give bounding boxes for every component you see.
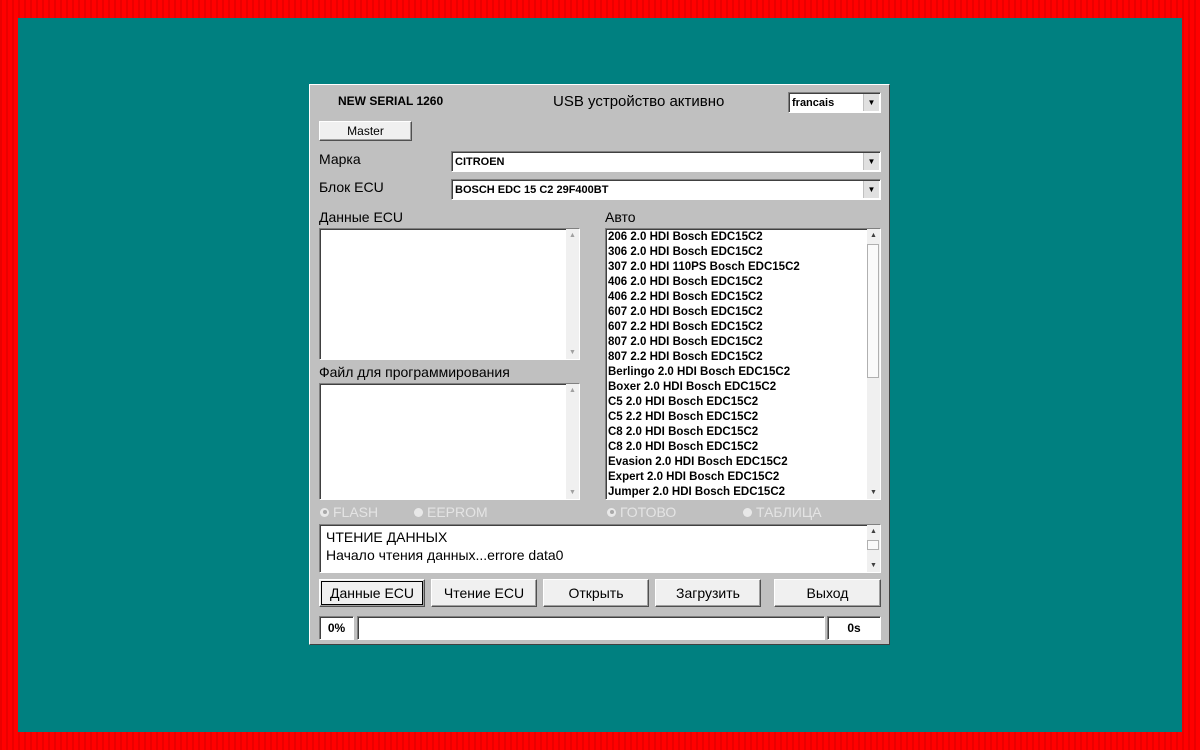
eeprom-radio[interactable]: EEPROM [414,504,488,520]
exit-button[interactable]: Выход [774,579,881,607]
chevron-down-icon[interactable]: ▼ [863,181,879,198]
vehicle-list-item[interactable]: 807 2.0 HDI Bosch EDC15C2 [606,335,866,350]
brand-select[interactable]: CITROEN ▼ [451,151,881,172]
log-scrollbar[interactable]: ▲ ▼ [867,525,880,572]
scroll-down-icon[interactable]: ▼ [566,346,579,359]
vehicle-list-item[interactable]: Evasion 2.0 HDI Bosch EDC15C2 [606,455,866,470]
vehicle-list[interactable]: 206 2.0 HDI Bosch EDC15C2 306 2.0 HDI Bos… [605,228,881,500]
scroll-down-icon[interactable]: ▼ [867,559,880,572]
scrollbar-thumb[interactable] [867,244,879,378]
flash-radio[interactable]: FLASH [320,504,378,520]
radio-unchecked-icon [414,507,423,517]
table-radio[interactable]: ТАБЛИЦА [743,504,822,520]
open-button[interactable]: Открыть [543,579,649,607]
progress-time: 0s [827,616,881,640]
vehicle-list-item[interactable]: Expert 2.0 HDI Bosch EDC15C2 [606,470,866,485]
ecu-data-label: Данные ECU [319,209,404,225]
vehicle-list-item[interactable]: Boxer 2.0 HDI Bosch EDC15C2 [606,380,866,395]
eeprom-radio-label: EEPROM [427,504,488,520]
auto-label: Авто [605,209,636,225]
program-file-label: Файл для программирования [319,364,510,380]
ecu-select[interactable]: BOSCH EDC 15 C2 29F400BT ▼ [451,179,881,200]
serial-label: NEW SERIAL 1260 [338,94,444,108]
radio-checked-icon [607,507,616,517]
ecu-data-textarea[interactable]: ▲ ▼ [319,228,580,360]
scroll-up-icon[interactable]: ▲ [566,229,579,242]
progress-bar [357,616,825,640]
vehicle-list-item[interactable]: 306 2.0 HDI Bosch EDC15C2 [606,245,866,260]
progress-percent: 0% [319,616,354,640]
chevron-down-icon[interactable]: ▼ [863,94,879,111]
scrollbar-thumb[interactable] [867,540,879,550]
vehicle-list-item[interactable]: Jumper 2.0 HDI Bosch EDC15C2 [606,485,866,499]
vehicle-list-item[interactable]: C8 2.0 HDI Bosch EDC15C2 [606,440,866,455]
scroll-up-icon[interactable]: ▲ [867,229,880,242]
load-button[interactable]: Загрузить [655,579,761,607]
program-file-textarea[interactable]: ▲ ▼ [319,383,580,500]
read-ecu-button[interactable]: Чтение ECU [431,579,537,607]
scroll-down-icon[interactable]: ▼ [566,486,579,499]
vehicle-list-item[interactable]: 607 2.2 HDI Bosch EDC15C2 [606,320,866,335]
app-window: NEW SERIAL 1260 USB устройство активно f… [309,84,890,645]
master-button[interactable]: Master [319,121,412,141]
radio-unchecked-icon [743,507,752,517]
scroll-up-icon[interactable]: ▲ [566,384,579,397]
scroll-down-icon[interactable]: ▼ [867,486,880,499]
flash-radio-label: FLASH [333,504,379,520]
radio-checked-icon [320,507,329,517]
vehicle-list-item[interactable]: C5 2.2 HDI Bosch EDC15C2 [606,410,866,425]
vehicle-list-item[interactable]: 406 2.0 HDI Bosch EDC15C2 [606,275,866,290]
vehicle-list-item[interactable]: Berlingo 2.0 HDI Bosch EDC15C2 [606,365,866,380]
vehicle-list-item[interactable]: 307 2.0 HDI 110PS Bosch EDC15C2 [606,260,866,275]
vehicle-list-scrollbar[interactable]: ▲ ▼ [867,229,880,499]
vehicle-list-item[interactable]: C5 2.0 HDI Bosch EDC15C2 [606,395,866,410]
brand-select-value: CITROEN [455,155,505,168]
vehicle-list-item[interactable]: 807 2.2 HDI Bosch EDC15C2 [606,350,866,365]
brand-label: Марка [319,151,361,167]
language-select-value: francais [792,96,835,109]
ecu-select-value: BOSCH EDC 15 C2 29F400BT [455,183,609,196]
ecu-label: Блок ECU [319,179,384,195]
log-line: ЧТЕНИЕ ДАННЫХ [326,529,448,545]
ready-radio[interactable]: ГОТОВО [607,504,676,520]
log-line: Начало чтения данных...errore data0 [326,547,564,563]
ecu-data-button[interactable]: Данные ECU [319,579,425,607]
ecu-data-scrollbar[interactable]: ▲ ▼ [566,229,579,359]
ready-radio-label: ГОТОВО [620,504,677,520]
vehicle-list-item[interactable]: C8 2.0 HDI Bosch EDC15C2 [606,425,866,440]
program-file-scrollbar[interactable]: ▲ ▼ [566,384,579,499]
chevron-down-icon[interactable]: ▼ [863,153,879,170]
vehicle-list-item[interactable]: 607 2.0 HDI Bosch EDC15C2 [606,305,866,320]
vehicle-list-item[interactable]: 206 2.0 HDI Bosch EDC15C2 [606,230,866,245]
table-radio-label: ТАБЛИЦА [756,504,822,520]
language-select[interactable]: francais ▼ [788,92,881,113]
log-textarea[interactable]: ЧТЕНИЕ ДАННЫХ Начало чтения данных...err… [319,524,881,573]
scroll-up-icon[interactable]: ▲ [867,525,880,538]
vehicle-list-item[interactable]: 406 2.2 HDI Bosch EDC15C2 [606,290,866,305]
usb-status-label: USB устройство активно [553,93,725,110]
